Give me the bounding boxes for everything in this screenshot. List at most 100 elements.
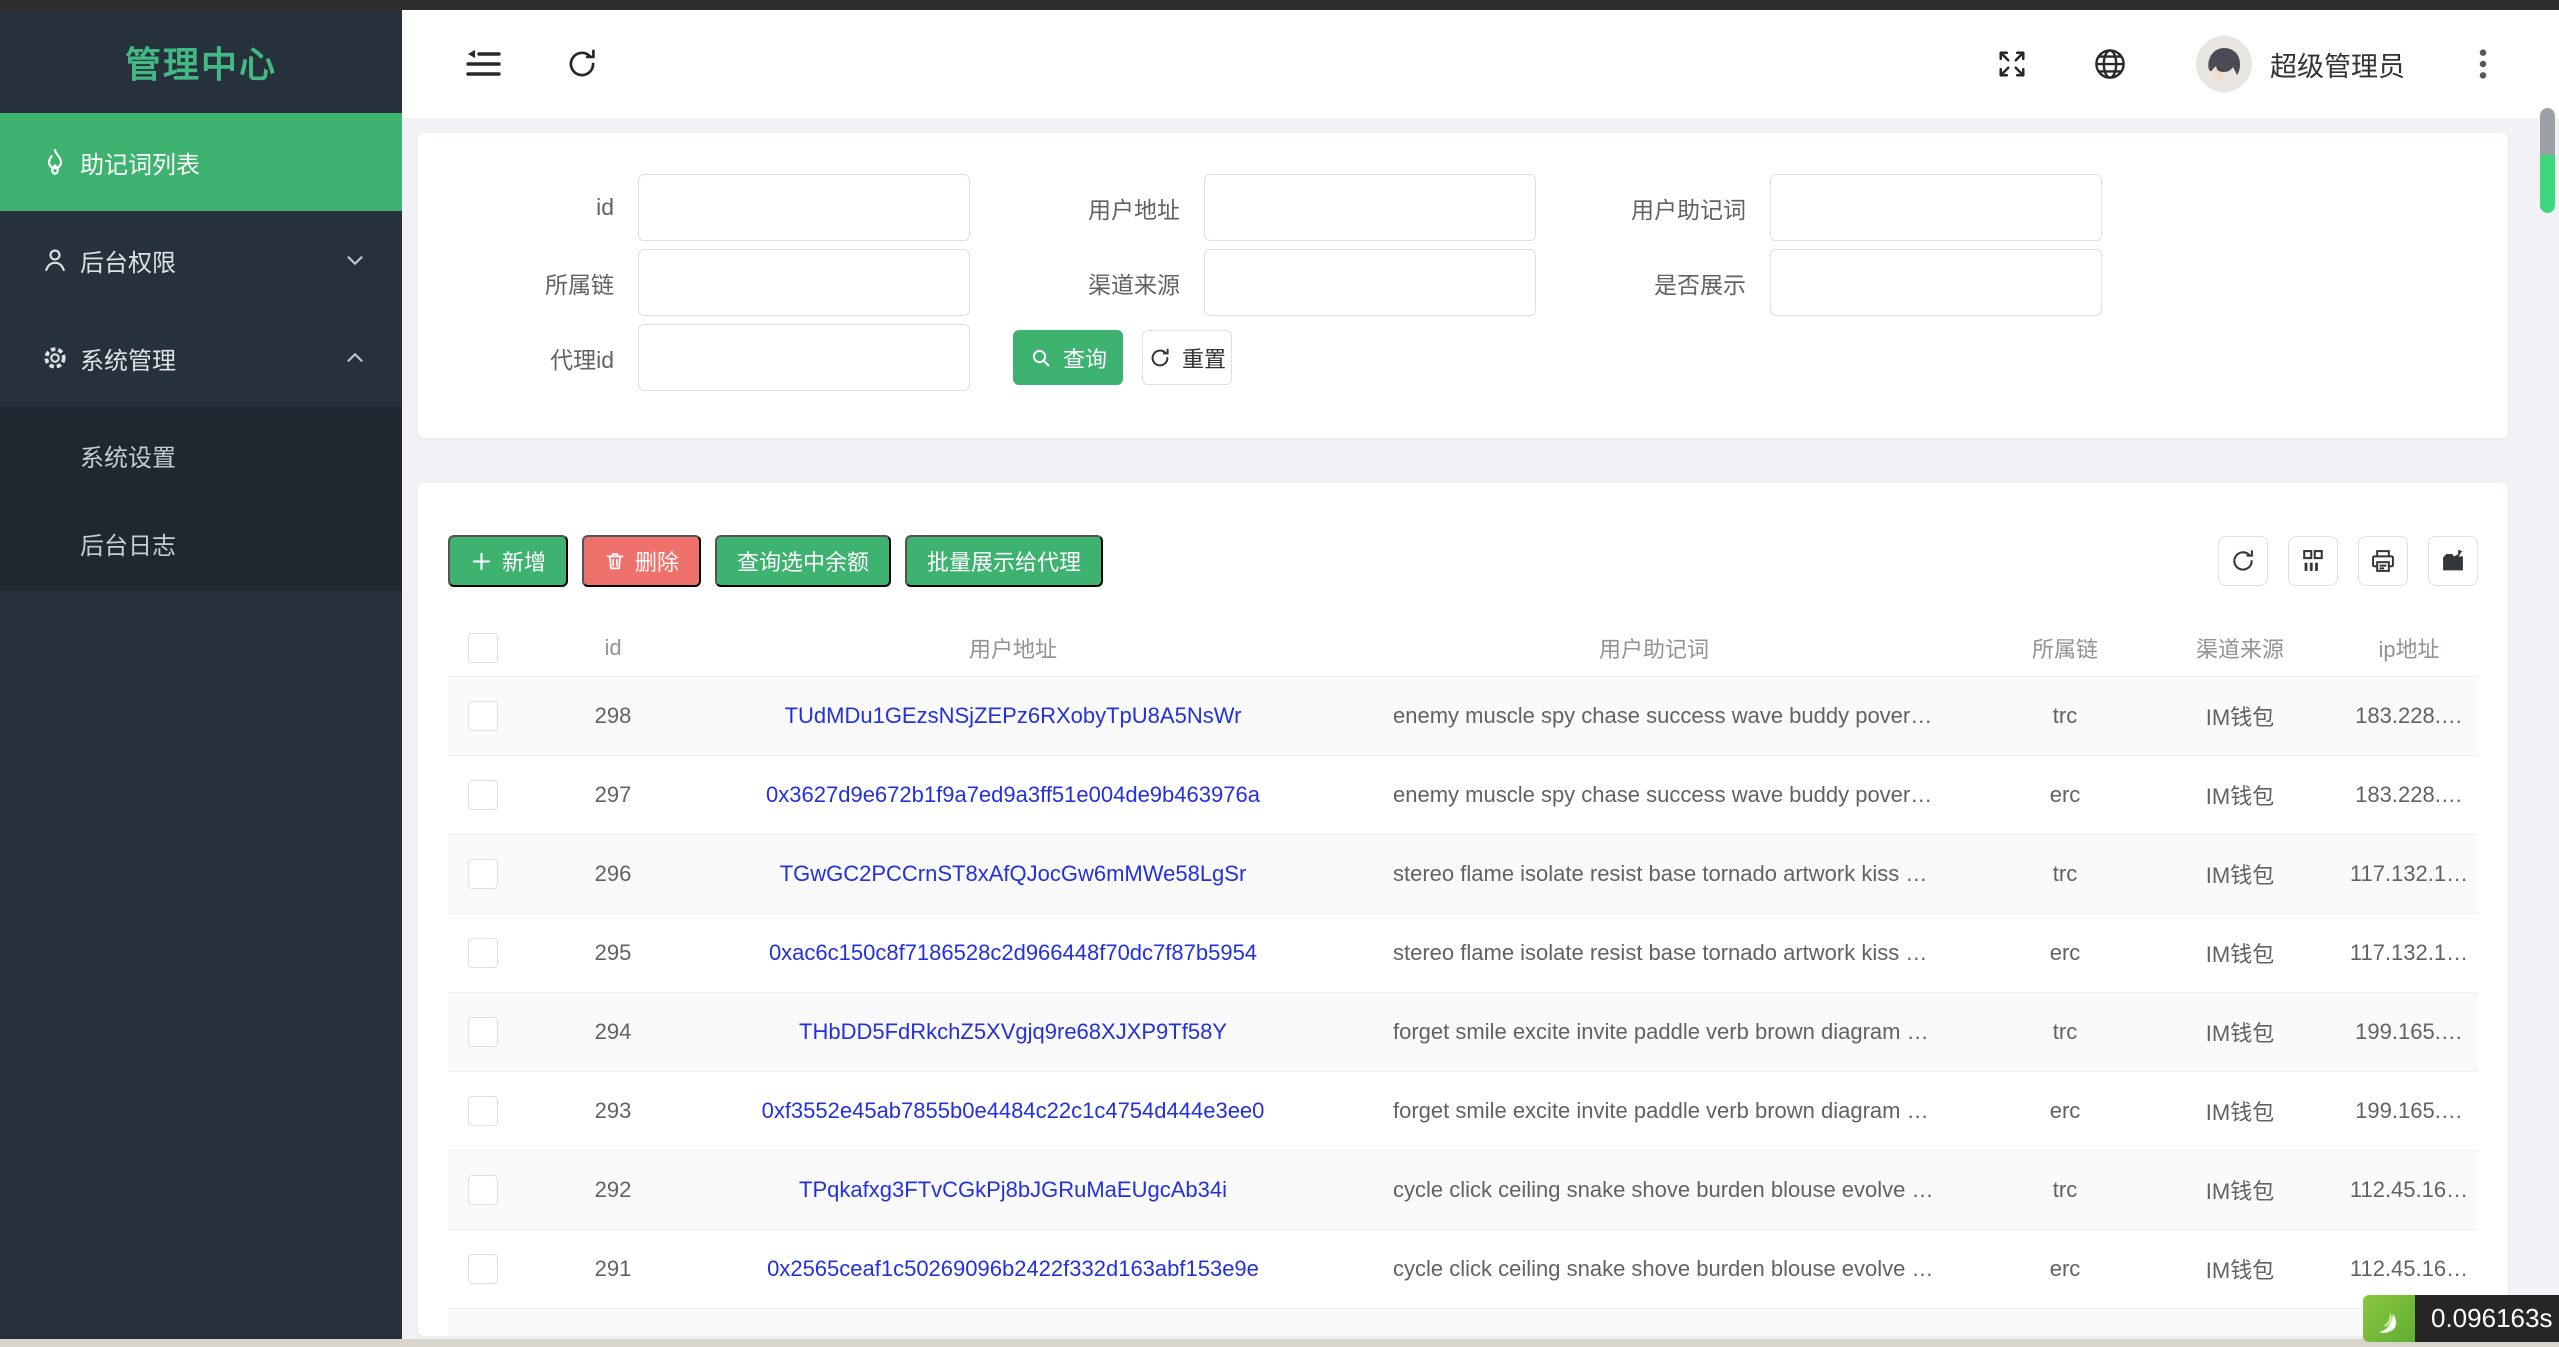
user-address-link[interactable]: 0x3627d9e672b1f9a7ed9a3ff51e004de9b46397…: [766, 782, 1260, 807]
cell-channel: IM钱包: [2205, 1258, 2275, 1283]
cell-channel: IM钱包: [2205, 1100, 2275, 1125]
cell-id: 294: [594, 1019, 632, 1044]
refresh-page-icon[interactable]: [560, 42, 604, 86]
row-checkbox[interactable]: [468, 1254, 498, 1284]
user-mnemonic-input[interactable]: [1770, 174, 2102, 241]
avatar[interactable]: [2196, 36, 2252, 92]
select-all-checkbox[interactable]: [468, 633, 498, 663]
table-row: 294 THbDD5FdRkchZ5XVgjq9re68XJXP9Tf58Y f…: [448, 993, 2478, 1072]
window-bottom-edge: [0, 1339, 2559, 1347]
table-row: 297 0x3627d9e672b1f9a7ed9a3ff51e004de9b4…: [448, 756, 2478, 835]
sidebar-item-system-settings[interactable]: 系统设置: [0, 411, 402, 499]
user-address-link[interactable]: TUdMDu1GEzsNSjZEPz6RXobyTpU8A5NsWr: [785, 703, 1242, 728]
sidebar-item-label: 后台权限: [80, 249, 176, 277]
printer-icon: [2372, 550, 2394, 572]
cell-chain: erc: [2049, 1256, 2081, 1281]
collapse-sidebar-icon[interactable]: [462, 42, 506, 86]
sidebar-item-mnemonic-list[interactable]: 助记词列表: [0, 113, 402, 211]
col-header-channel: 渠道来源: [2195, 637, 2284, 662]
mnemonic-table: id 用户地址 用户助记词 所属链 渠道来源 ip地址 298 TUdMDu1G…: [448, 620, 2478, 1336]
app-title: 管理中心: [124, 43, 277, 85]
query-selected-balance-button[interactable]: 查询选中余额: [715, 535, 892, 587]
debug-time-badge: 0.096163s: [2363, 1295, 2559, 1342]
content-area: id 用户地址 用户助记词 所属链 渠道来源 是否展示 代理id 查询 重置 新…: [402, 118, 2559, 1339]
user-icon: [40, 245, 70, 275]
mnemonic-table-card: 新增 删除 查询选中余额 批量展示给代理 id 用户地址 用户助记词 所属链 渠…: [418, 483, 2508, 1336]
cell-id: 296: [594, 861, 632, 886]
partial-next-row: [448, 1309, 2478, 1336]
user-address-link[interactable]: 0xac6c150c8f7186528c2d966448f70dc7f87b59…: [769, 940, 1257, 965]
column-settings-button[interactable]: [2288, 536, 2338, 586]
language-globe-icon[interactable]: [2090, 45, 2130, 83]
batch-show-to-agent-button[interactable]: 批量展示给代理: [905, 535, 1104, 587]
cell-ip: 117.132.1…: [2349, 940, 2469, 965]
cell-mnemonic: cycle click ceiling snake shove burden b…: [1393, 1177, 1934, 1202]
columns-icon: [2303, 550, 2323, 571]
row-checkbox[interactable]: [468, 1175, 498, 1205]
cell-channel: IM钱包: [2205, 705, 2275, 730]
cell-chain: trc: [2052, 703, 2078, 728]
reset-button[interactable]: 重置: [1142, 330, 1232, 385]
sidebar-item-admin-permission[interactable]: 后台权限: [0, 211, 402, 309]
user-address-link[interactable]: TGwGC2PCCrnST8xAfQJocGw6mMWe58LgSr: [780, 861, 1247, 886]
print-button[interactable]: [2358, 536, 2408, 586]
export-button[interactable]: [2428, 536, 2478, 586]
chevron-up-icon: [342, 345, 368, 371]
agent-id-input[interactable]: [638, 324, 970, 391]
page-scrollbar-thumb[interactable]: [2540, 108, 2555, 213]
cell-chain: trc: [2052, 1177, 2078, 1202]
thinkphp-leaf-icon[interactable]: [2363, 1295, 2415, 1342]
query-button[interactable]: 查询: [1013, 330, 1123, 385]
more-menu-dots-icon[interactable]: [2469, 47, 2497, 81]
table-row: 292 TPqkafxg3FTvCGkPj8bJGRuMaEUgcAb34i c…: [448, 1151, 2478, 1230]
table-refresh-button[interactable]: [2218, 536, 2268, 586]
id-input[interactable]: [638, 174, 970, 241]
trash-icon: [606, 553, 624, 570]
cell-id: 298: [594, 703, 632, 728]
table-row: 293 0xf3552e45ab7855b0e4484c22c1c4754d44…: [448, 1072, 2478, 1151]
col-header-user-mnemonic: 用户助记词: [1598, 637, 1709, 662]
cell-channel: IM钱包: [2205, 942, 2275, 967]
flame-icon: [40, 147, 70, 177]
admin-screen: 管理中心 助记词列表 后台权限 系统管理 系统设置 后台日志 超级管理员 id …: [0, 0, 2559, 1347]
chain-input[interactable]: [638, 249, 970, 316]
sidebar-item-label: 助记词列表: [80, 151, 200, 179]
user-address-link[interactable]: 0xf3552e45ab7855b0e4484c22c1c4754d444e3e…: [762, 1098, 1265, 1123]
field-label-agent-id: 代理id: [550, 346, 614, 373]
cell-channel: IM钱包: [2205, 1021, 2275, 1046]
add-button[interactable]: 新增: [448, 535, 569, 587]
cell-ip: 199.165.…: [2355, 1019, 2463, 1044]
cell-channel: IM钱包: [2205, 1179, 2275, 1204]
sidebar-item-system-management[interactable]: 系统管理: [0, 309, 402, 407]
table-row: 298 TUdMDu1GEzsNSjZEPz6RXobyTpU8A5NsWr e…: [448, 677, 2478, 756]
sidebar-item-label: 系统管理: [80, 347, 176, 375]
table-toolbar: 新增 删除 查询选中余额 批量展示给代理: [448, 535, 2478, 587]
cell-id: 295: [594, 940, 632, 965]
fullscreen-icon[interactable]: [1992, 46, 2032, 82]
user-address-input[interactable]: [1204, 174, 1536, 241]
row-checkbox[interactable]: [468, 780, 498, 810]
user-address-link[interactable]: THbDD5FdRkchZ5XVgjq9re68XJXP9Tf58Y: [799, 1019, 1227, 1044]
col-header-ip: ip地址: [2378, 637, 2440, 662]
show-flag-input[interactable]: [1770, 249, 2102, 316]
system-management-submenu: 系统设置 后台日志: [0, 407, 402, 591]
cell-ip: 117.132.1…: [2349, 861, 2469, 886]
current-user-name[interactable]: 超级管理员: [2270, 45, 2405, 84]
cell-mnemonic: stereo flame isolate resist base tornado…: [1393, 861, 1928, 886]
cell-ip: 199.165.…: [2355, 1098, 2463, 1123]
row-checkbox[interactable]: [468, 701, 498, 731]
row-checkbox[interactable]: [468, 1096, 498, 1126]
user-address-link[interactable]: 0x2565ceaf1c50269096b2422f332d163abf153e…: [767, 1256, 1259, 1281]
channel-input[interactable]: [1204, 249, 1536, 316]
field-label-id: id: [596, 194, 614, 220]
cell-mnemonic: enemy muscle spy chase success wave budd…: [1393, 782, 1933, 807]
table-header-row: id 用户地址 用户助记词 所属链 渠道来源 ip地址: [448, 620, 2478, 677]
sidebar-item-admin-logs[interactable]: 后台日志: [0, 499, 402, 587]
delete-button[interactable]: 删除: [582, 535, 702, 587]
user-address-link[interactable]: TPqkafxg3FTvCGkPj8bJGRuMaEUgcAb34i: [799, 1177, 1227, 1202]
row-checkbox[interactable]: [468, 859, 498, 889]
field-label-show-flag: 是否展示: [1654, 271, 1746, 298]
row-checkbox[interactable]: [468, 938, 498, 968]
cell-chain: erc: [2049, 782, 2081, 807]
row-checkbox[interactable]: [468, 1017, 498, 1047]
